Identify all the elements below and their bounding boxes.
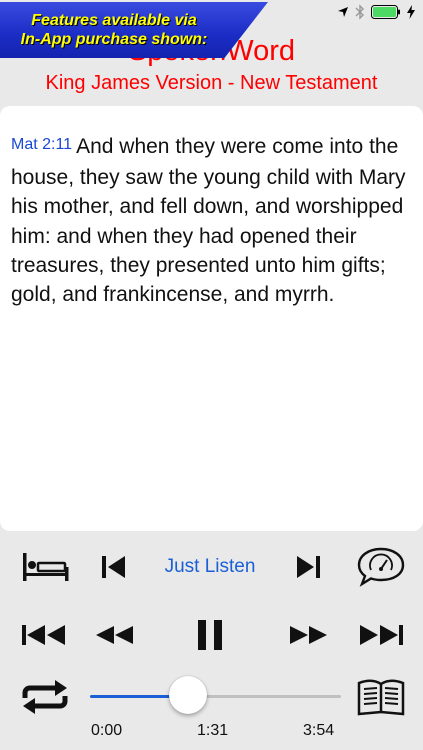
fast-forward-icon — [289, 624, 329, 646]
next-verse-icon — [295, 555, 323, 579]
promo-line-2: In-App purchase shown: — [20, 31, 208, 48]
skip-to-end-button[interactable] — [354, 621, 406, 649]
book-chooser-button[interactable] — [354, 676, 408, 718]
progress-track[interactable] — [90, 695, 341, 698]
book-icon — [356, 677, 406, 717]
verse-text: And when they were come into the house, … — [11, 135, 406, 307]
sleep-timer-button[interactable] — [18, 549, 72, 585]
previous-verse-button[interactable] — [96, 553, 130, 581]
repeat-icon — [20, 678, 70, 716]
bluetooth-icon — [355, 3, 365, 25]
in-app-purchase-banner: Features available via In-App purchase s… — [0, 2, 268, 58]
time-start: 0:00 — [91, 722, 123, 739]
translation-subtitle: King James Version - New Testament — [45, 72, 378, 94]
location-icon — [337, 5, 349, 23]
scripture-panel[interactable]: Mat 2:11 And when they were come into the… — [0, 106, 423, 531]
previous-verse-icon — [99, 555, 127, 579]
time-end: 3:54 — [303, 722, 335, 739]
battery-icon — [371, 4, 401, 24]
speed-button[interactable] — [355, 544, 407, 588]
fast-forward-button[interactable] — [288, 621, 330, 649]
skip-to-end-icon — [356, 624, 404, 646]
skip-to-start-button[interactable] — [20, 621, 70, 649]
promo-line-1: Features available via — [31, 12, 197, 29]
verse: Mat 2:11 And when they were come into the… — [11, 132, 411, 309]
rewind-button[interactable] — [93, 621, 135, 649]
next-verse-button[interactable] — [292, 553, 326, 581]
pause-button[interactable] — [192, 617, 228, 653]
time-current: 1:31 — [197, 722, 229, 739]
sleep-timer-icon — [20, 551, 70, 583]
verse-reference[interactable]: Mat 2:11 — [11, 136, 72, 153]
status-icons — [337, 3, 415, 25]
progress-thumb[interactable] — [168, 676, 207, 714]
charging-icon — [407, 4, 415, 24]
playback-mode-button[interactable]: Just Listen — [145, 554, 275, 580]
rewind-icon — [94, 624, 134, 646]
skip-to-start-icon — [21, 624, 69, 646]
pause-icon — [195, 619, 225, 651]
speed-icon — [356, 545, 406, 587]
repeat-button[interactable] — [18, 677, 72, 717]
